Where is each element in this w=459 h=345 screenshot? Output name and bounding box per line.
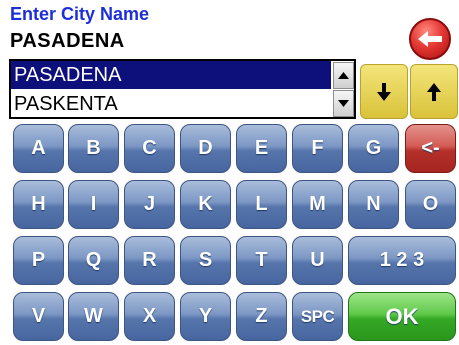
key-r[interactable]: R: [124, 236, 175, 285]
key-z[interactable]: Z: [236, 292, 287, 341]
key-j[interactable]: J: [124, 180, 175, 229]
key-x[interactable]: X: [124, 292, 175, 341]
key-o[interactable]: O: [405, 180, 456, 229]
key-e[interactable]: E: [236, 124, 287, 173]
scroll-down-button[interactable]: [333, 90, 354, 117]
scroll-down-icon: [338, 100, 349, 107]
back-button[interactable]: [409, 18, 451, 60]
key-t[interactable]: T: [236, 236, 287, 285]
key-n[interactable]: N: [348, 180, 399, 229]
key-a[interactable]: A: [13, 124, 64, 173]
key-q[interactable]: Q: [68, 236, 119, 285]
arrow-up-icon: [427, 82, 441, 101]
key-h[interactable]: H: [13, 180, 64, 229]
city-list: PASADENA PASKENTA: [9, 59, 356, 119]
list-item-selected[interactable]: PASADENA: [11, 61, 331, 89]
key-v[interactable]: V: [13, 292, 64, 341]
key-k[interactable]: K: [180, 180, 231, 229]
key-y[interactable]: Y: [180, 292, 231, 341]
key-g[interactable]: G: [348, 124, 399, 173]
key-b[interactable]: B: [68, 124, 119, 173]
space-key[interactable]: SPC: [292, 292, 343, 341]
scroll-up-icon: [338, 72, 349, 79]
backspace-key[interactable]: <-: [405, 124, 456, 173]
ok-button[interactable]: OK: [348, 292, 456, 341]
list-item[interactable]: PASKENTA: [11, 90, 331, 118]
back-arrow-icon: [418, 31, 442, 47]
key-m[interactable]: M: [292, 180, 343, 229]
numeric-mode-key[interactable]: 1 2 3: [348, 236, 456, 285]
prompt-label: Enter City Name: [10, 4, 150, 24]
key-f[interactable]: F: [292, 124, 343, 173]
arrow-down-icon: [377, 82, 391, 101]
key-c[interactable]: C: [124, 124, 175, 173]
key-d[interactable]: D: [180, 124, 231, 173]
key-l[interactable]: L: [236, 180, 287, 229]
arrow-down-button[interactable]: [360, 64, 408, 119]
key-i[interactable]: I: [68, 180, 119, 229]
key-s[interactable]: S: [180, 236, 231, 285]
key-p[interactable]: P: [13, 236, 64, 285]
scroll-up-button[interactable]: [333, 62, 354, 89]
key-w[interactable]: W: [68, 292, 119, 341]
city-entry-field[interactable]: PASADENA: [10, 30, 125, 53]
key-u[interactable]: U: [292, 236, 343, 285]
arrow-up-button[interactable]: [410, 64, 458, 119]
